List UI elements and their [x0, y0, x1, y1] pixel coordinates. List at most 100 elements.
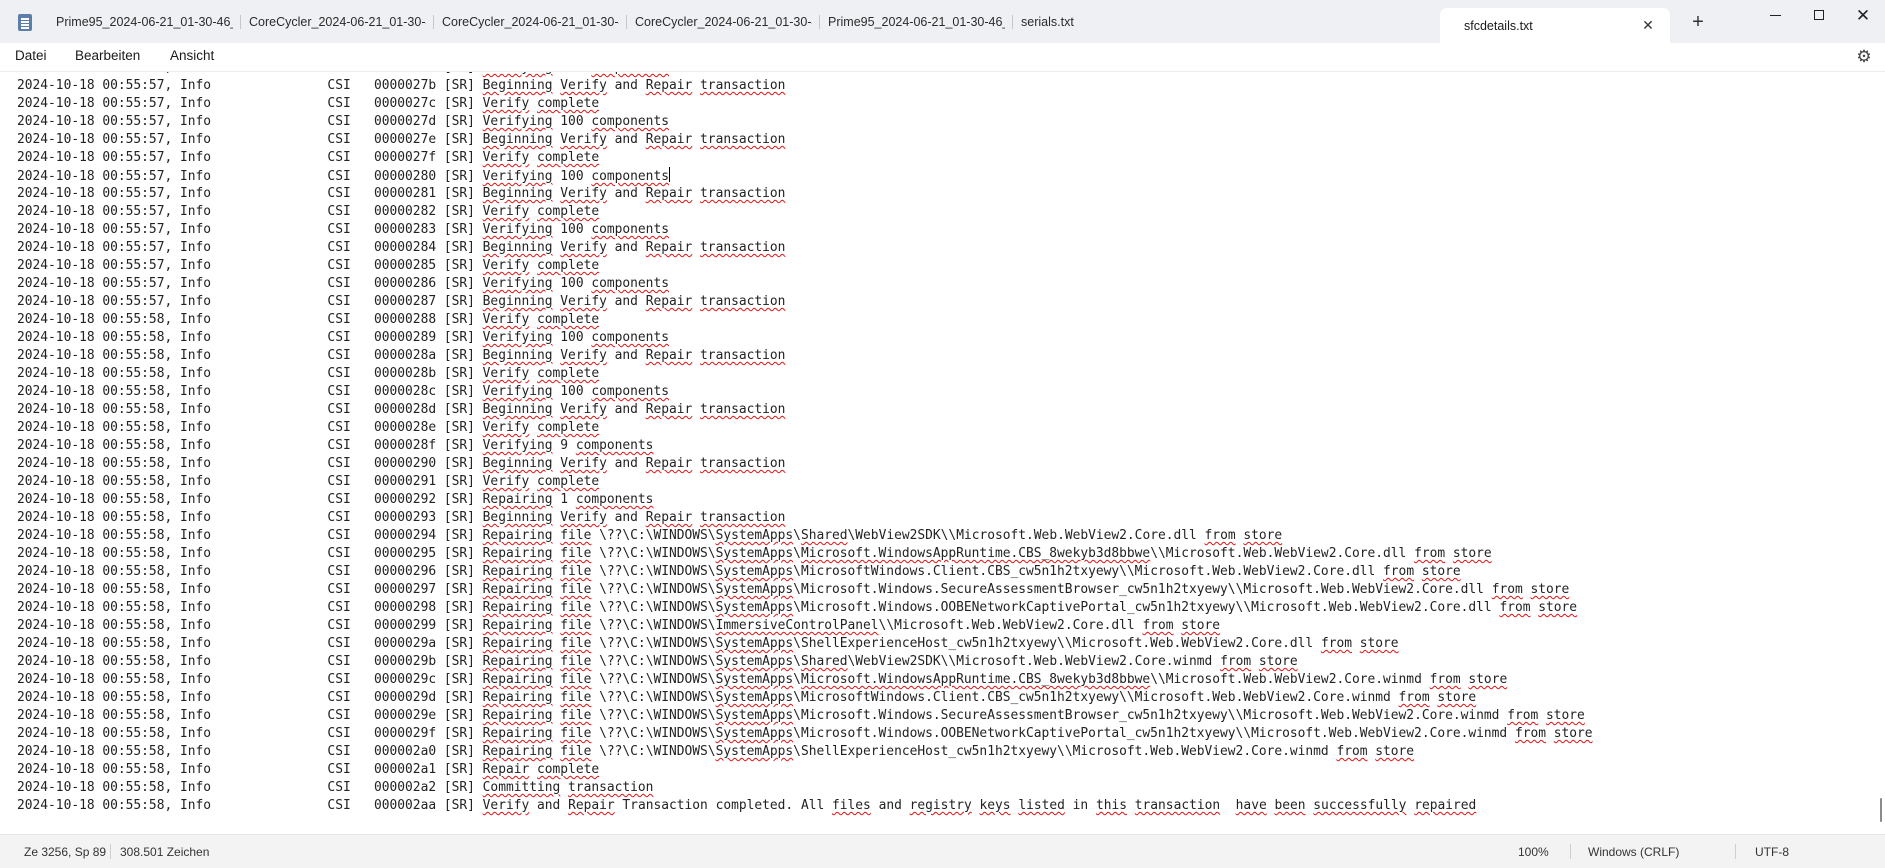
log-message: [SR] Repair complete [443, 762, 600, 777]
log-message: [SR] Repairing file \??\C:\WINDOWS\Syste… [443, 582, 1570, 597]
log-line: 2024-10-18 00:55:58, Info CSI 0000029a [… [17, 635, 1593, 653]
encoding[interactable]: UTF-8 [1755, 845, 1789, 859]
log-message: [SR] Verifying 100 components [444, 72, 669, 75]
log-prefix: 2024-10-18 00:55:58, Info CSI 0000028a [17, 348, 444, 363]
tab-3[interactable]: CoreCycler_2024-06-21_01-30-46_PRIME95_ [434, 0, 627, 43]
status-bar: Ze 3256, Sp 89 308.501 Zeichen 100% Wind… [0, 834, 1885, 868]
log-message: [SR] Repairing file \??\C:\WINDOWS\Syste… [443, 708, 1585, 723]
log-prefix: 2024-10-18 00:55:57, Info CSI 00000284 [17, 240, 444, 255]
tab-sfcdetails[interactable]: sfcdetails.txt ✕ [1440, 8, 1670, 43]
log-prefix: 2024-10-18 00:55:57, Info CSI 0000027d [17, 114, 444, 129]
log-line: 2024-10-18 00:55:58, Info CSI 0000028b [… [17, 365, 1593, 383]
log-prefix: 2024-10-18 00:55:57, Info CSI 0000027f [17, 150, 444, 165]
status-divider [1735, 844, 1736, 859]
log-line: 2024-10-18 00:55:58, Info CSI 00000290 [… [17, 455, 1593, 473]
menu-view[interactable]: Ansicht [170, 48, 214, 63]
tab-2[interactable]: CoreCycler_2024-06-21_01-30-46_PRIME95_ [241, 0, 434, 43]
log-prefix: 2024-10-18 00:55:58, Info CSI 0000028d [17, 402, 444, 417]
tab-6[interactable]: serials.txt [1013, 0, 1133, 43]
text-editor[interactable]: 2024-10-18 00:55:57, Info CSI 0000027a [… [0, 72, 1885, 834]
tab-label: sfcdetails.txt [1464, 18, 1533, 33]
log-prefix: 2024-10-18 00:55:58, Info CSI 00000298 [17, 600, 444, 615]
line-ending[interactable]: Windows (CRLF) [1588, 845, 1679, 859]
scrollbar-thumb[interactable] [1880, 798, 1882, 822]
log-prefix: 2024-10-18 00:55:58, Info CSI 00000288 [17, 312, 444, 327]
log-message: [SR] Repairing file \??\C:\WINDOWS\Syste… [443, 690, 1477, 705]
log-prefix: 2024-10-18 00:55:58, Info CSI 00000296 [17, 564, 444, 579]
tab-5[interactable]: Prime95_2024-06-21_01-30-46_SSE_HUGE_ [820, 0, 1013, 43]
log-message: [SR] Repairing file \??\C:\WINDOWS\Syste… [443, 744, 1415, 759]
log-message: [SR] Repairing file \??\C:\WINDOWS\Syste… [443, 726, 1593, 741]
log-prefix: 2024-10-18 00:55:57, Info CSI 00000286 [17, 276, 444, 291]
log-message: [SR] Verifying 100 components [443, 114, 669, 129]
log-prefix: 2024-10-18 00:55:58, Info CSI 00000293 [17, 510, 444, 525]
log-line: 2024-10-18 00:55:58, Info CSI 000002aa [… [17, 797, 1593, 815]
status-divider [110, 844, 111, 859]
tab-1[interactable]: Prime95_2024-06-21_01-30-46_SSE_HUGE_ [48, 0, 241, 43]
log-prefix: 2024-10-18 00:55:58, Info CSI 0000029e [17, 708, 444, 723]
log-line: 2024-10-18 00:55:58, Info CSI 000002a0 [… [17, 743, 1593, 761]
maximize-button[interactable] [1796, 0, 1842, 30]
log-message: [SR] Beginning Verify and Repair transac… [443, 240, 786, 255]
log-message: [SR] Repairing file \??\C:\WINDOWS\Syste… [443, 636, 1399, 651]
menu-edit[interactable]: Bearbeiten [75, 48, 140, 63]
log-prefix: 2024-10-18 00:55:58, Info CSI 000002aa [17, 798, 444, 813]
gear-icon[interactable]: ⚙ [1854, 47, 1874, 67]
log-text: 2024-10-18 00:55:57, Info CSI 0000027a [… [17, 72, 1593, 815]
log-prefix: 2024-10-18 00:55:57, Info CSI 00000280 [17, 169, 444, 184]
zoom-level[interactable]: 100% [1518, 845, 1549, 859]
log-line: 2024-10-18 00:55:58, Info CSI 00000298 [… [17, 599, 1593, 617]
log-prefix: 2024-10-18 00:55:57, Info CSI 00000282 [17, 204, 444, 219]
log-message: [SR] Repairing file \??\C:\WINDOWS\Syste… [443, 546, 1492, 561]
log-line: 2024-10-18 00:55:58, Info CSI 00000294 [… [17, 527, 1593, 545]
status-divider [1570, 844, 1571, 859]
log-line: 2024-10-18 00:55:58, Info CSI 0000029e [… [17, 707, 1593, 725]
log-prefix: 2024-10-18 00:55:58, Info CSI 00000295 [17, 546, 444, 561]
log-line: 2024-10-18 00:55:58, Info CSI 00000299 [… [17, 617, 1593, 635]
log-message: [SR] Beginning Verify and Repair transac… [443, 294, 786, 309]
log-line: 2024-10-18 00:55:57, Info CSI 0000027f [… [17, 149, 1593, 167]
close-icon[interactable]: ✕ [1640, 17, 1656, 33]
log-line: 2024-10-18 00:55:57, Info CSI 00000285 [… [17, 257, 1593, 275]
log-message: [SR] Verify complete [443, 96, 600, 111]
log-message: [SR] Repairing 1 components [443, 492, 654, 507]
log-line: 2024-10-18 00:55:58, Info CSI 00000296 [… [17, 563, 1593, 581]
log-prefix: 2024-10-18 00:55:58, Info CSI 00000294 [17, 528, 444, 543]
log-line: 2024-10-18 00:55:58, Info CSI 0000028d [… [17, 401, 1593, 419]
vertical-scrollbar[interactable] [1877, 72, 1885, 834]
minimize-icon [1769, 14, 1781, 16]
log-prefix: 2024-10-18 00:55:58, Info CSI 0000029f [17, 726, 444, 741]
log-line: 2024-10-18 00:55:57, Info CSI 0000027b [… [17, 77, 1593, 95]
tab-label: CoreCycler_2024-06-21_01-30-46_PRIME95_ [442, 14, 619, 29]
close-window-button[interactable]: ✕ [1840, 0, 1885, 30]
log-prefix: 2024-10-18 00:55:58, Info CSI 0000028e [17, 420, 444, 435]
log-message: [SR] Repairing file \??\C:\WINDOWS\Syste… [443, 654, 1298, 669]
log-prefix: 2024-10-18 00:55:58, Info CSI 00000289 [17, 330, 444, 345]
log-message: [SR] Verify complete [443, 150, 600, 165]
log-prefix: 2024-10-18 00:55:57, Info CSI 0000027b [17, 78, 444, 93]
log-message: [SR] Verifying 100 components [443, 384, 669, 399]
log-message: [SR] Committing transaction [443, 780, 654, 795]
log-prefix: 2024-10-18 00:55:58, Info CSI 000002a1 [17, 762, 444, 777]
log-message: [SR] Verifying 100 components [443, 169, 669, 184]
log-line: 2024-10-18 00:55:57, Info CSI 00000284 [… [17, 239, 1593, 257]
tab-4[interactable]: CoreCycler_2024-06-21_01-30-46_PRIME95_ [627, 0, 820, 43]
log-prefix: 2024-10-18 00:55:58, Info CSI 00000291 [17, 474, 444, 489]
log-message: [SR] Repairing file \??\C:\WINDOWS\Syste… [443, 600, 1578, 615]
log-line: 2024-10-18 00:55:58, Info CSI 00000293 [… [17, 509, 1593, 527]
log-line: 2024-10-18 00:55:57, Info CSI 0000027d [… [17, 113, 1593, 131]
plus-icon[interactable]: + [1686, 10, 1710, 34]
minimize-button[interactable] [1752, 0, 1798, 30]
log-prefix: 2024-10-18 00:55:58, Info CSI 0000028f [17, 438, 444, 453]
menu-file[interactable]: Datei [15, 48, 47, 63]
text-caret [668, 167, 670, 182]
log-line: 2024-10-18 00:55:58, Info CSI 0000029c [… [17, 671, 1593, 689]
log-prefix: 2024-10-18 00:55:58, Info CSI 000002a2 [17, 780, 444, 795]
log-message: [SR] Beginning Verify and Repair transac… [443, 402, 786, 417]
log-message: [SR] Verify and Repair Transaction compl… [443, 798, 1477, 813]
log-message: [SR] Beginning Verify and Repair transac… [443, 132, 786, 147]
log-line: 2024-10-18 00:55:57, Info CSI 0000027c [… [17, 95, 1593, 113]
log-message: [SR] Verify complete [443, 366, 600, 381]
log-prefix: 2024-10-18 00:55:57, Info CSI 00000287 [17, 294, 444, 309]
log-prefix: 2024-10-18 00:55:58, Info CSI 00000292 [17, 492, 444, 507]
